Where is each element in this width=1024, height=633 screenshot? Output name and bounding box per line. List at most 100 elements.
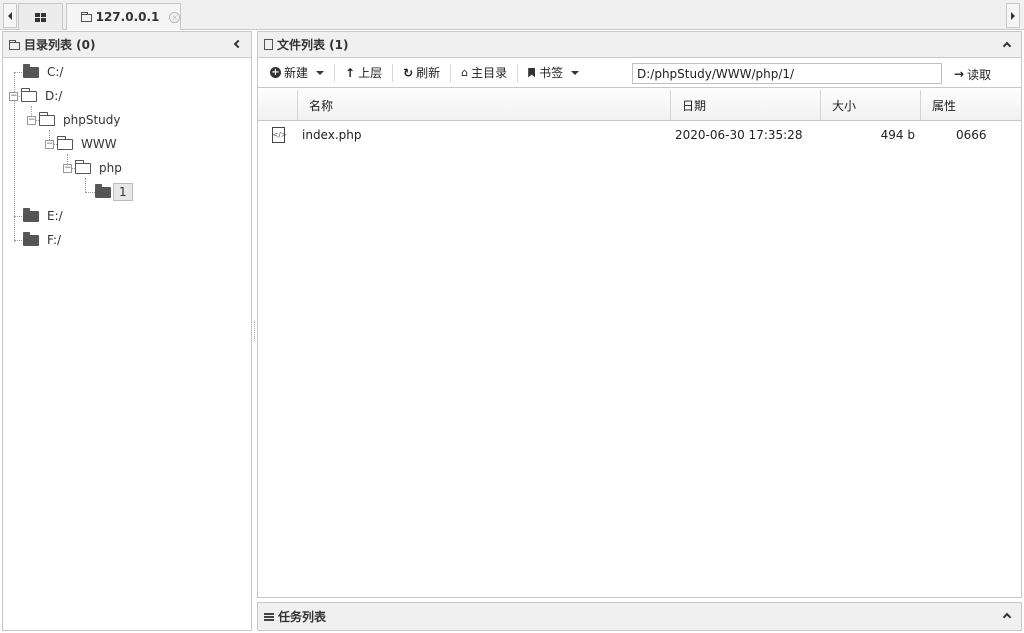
toolbar-divider: [392, 63, 394, 82]
column-header-size[interactable]: 大小: [821, 90, 921, 120]
tree-item-www[interactable]: − WWW: [45, 135, 117, 153]
tab-bar: 127.0.0.1 ×: [0, 0, 1024, 30]
path-input[interactable]: [632, 63, 942, 84]
directory-panel-title: 目录列表 (0): [24, 38, 96, 52]
chevron-up-icon: [1002, 612, 1012, 621]
folder-open-icon: [39, 111, 55, 126]
file-icon-cell: </>: [258, 127, 298, 143]
file-table: 名称 日期 大小 属性 </> index.php 2020-06-30 17:…: [258, 90, 1021, 149]
up-button-label: 上层: [358, 66, 383, 80]
chevron-left-icon: [233, 39, 243, 49]
tree-item-label: php: [99, 161, 122, 175]
file-size: 494 b: [880, 128, 915, 142]
collapse-toggle-icon[interactable]: −: [27, 115, 36, 125]
table-header: 名称 日期 大小 属性: [258, 90, 1021, 121]
new-button-label: 新建: [284, 66, 309, 80]
collapse-panel-button[interactable]: [231, 38, 243, 50]
folder-open-icon: [21, 87, 37, 102]
folder-closed-icon: [95, 183, 111, 198]
toolbar-divider: [450, 63, 452, 82]
folder-closed-icon: [23, 63, 39, 78]
bookmark-button-label: 书签: [539, 66, 564, 80]
tree-connector: [85, 178, 86, 192]
file-panel: 文件列表 (1) + 新建 ↑ 上层 ↻ 刷新 ⌂ 主目录 书签 D:/phpS…: [257, 31, 1022, 598]
tree-item-e[interactable]: E:/: [23, 207, 63, 225]
chevron-up-icon: [1002, 41, 1012, 50]
list-icon: [264, 612, 274, 621]
tab-home[interactable]: [18, 3, 63, 30]
bookmark-icon: [528, 67, 536, 78]
tree-item-label-selected: 1: [113, 183, 133, 201]
file-panel-header: 文件列表 (1): [258, 32, 1021, 58]
tree-connector: [85, 192, 95, 193]
tree-item-1[interactable]: 1: [95, 183, 133, 201]
home-icon: ⌂: [461, 66, 469, 79]
tree-item-label: phpStudy: [63, 113, 121, 127]
folder-icon: [81, 12, 92, 22]
tree-item-c[interactable]: C:/: [23, 63, 63, 81]
caret-down-icon: [316, 70, 325, 75]
tree-item-php[interactable]: − php: [63, 159, 122, 177]
up-button[interactable]: ↑ 上层: [339, 61, 388, 85]
refresh-button-label: 刷新: [416, 66, 441, 80]
toolbar-divider: [334, 63, 336, 82]
file-name[interactable]: index.php: [298, 128, 671, 142]
column-header-name[interactable]: 名称: [298, 90, 671, 120]
column-header-icon[interactable]: [258, 90, 298, 120]
task-panel: 任务列表: [257, 602, 1022, 631]
expand-task-panel-button[interactable]: [1001, 609, 1013, 621]
tab-host[interactable]: 127.0.0.1 ×: [66, 3, 181, 30]
collapse-panel-button[interactable]: [1001, 38, 1013, 50]
arrow-right-icon: →: [954, 67, 965, 81]
tree-item-label: WWW: [81, 137, 117, 151]
tree-item-label: E:/: [47, 209, 63, 223]
folder-open-icon: [75, 159, 91, 174]
folder-icon: [9, 39, 20, 50]
directory-panel: 目录列表 (0) C:/ − D:/ − phpStudy − WWW − ph…: [2, 31, 252, 631]
splitter-handle: [254, 321, 255, 341]
bookmark-button[interactable]: 书签: [522, 61, 585, 85]
file-panel-title: 文件列表 (1): [277, 38, 349, 52]
tab-host-label: 127.0.0.1: [95, 10, 160, 24]
tree-item-label: F:/: [47, 233, 62, 247]
plus-circle-icon: +: [270, 67, 281, 78]
folder-open-icon: [57, 135, 73, 150]
file-date: 2020-06-30 17:35:28: [675, 128, 803, 142]
caret-right-icon: [1011, 11, 1015, 20]
tree-item-label: C:/: [47, 65, 64, 79]
caret-down-icon: [571, 70, 580, 75]
folder-closed-icon: [23, 207, 39, 222]
tree-item-d[interactable]: − D:/: [9, 87, 62, 105]
file-attr: 0666: [956, 128, 987, 142]
arrow-up-icon: ↑: [345, 65, 356, 80]
collapse-toggle-icon[interactable]: −: [63, 163, 72, 173]
tab-scroll-right-button[interactable]: [1006, 3, 1020, 28]
directory-tree: C:/ − D:/ − phpStudy − WWW − php 1 E:/ F…: [3, 58, 251, 618]
tree-item-label: D:/: [45, 89, 63, 103]
file-icon: [264, 39, 273, 50]
column-header-attr[interactable]: 属性: [921, 90, 1021, 120]
tree-item-f[interactable]: F:/: [23, 231, 61, 249]
read-button[interactable]: → 读取: [948, 62, 997, 86]
grid-icon: [35, 12, 46, 22]
folder-closed-icon: [23, 231, 39, 246]
close-icon[interactable]: ×: [169, 11, 180, 23]
read-button-label: 读取: [967, 67, 992, 82]
file-toolbar: + 新建 ↑ 上层 ↻ 刷新 ⌂ 主目录 书签 → 读取: [258, 58, 1021, 88]
new-button[interactable]: + 新建: [264, 61, 330, 85]
tab-scroll-left-button[interactable]: [3, 3, 17, 28]
tree-item-phpstudy[interactable]: − phpStudy: [27, 111, 121, 129]
home-button[interactable]: ⌂ 主目录: [455, 61, 513, 85]
directory-panel-header: 目录列表 (0): [3, 32, 251, 58]
task-panel-title: 任务列表: [278, 610, 327, 624]
refresh-button[interactable]: ↻ 刷新: [397, 61, 446, 85]
caret-left-icon: [8, 11, 12, 20]
column-header-date[interactable]: 日期: [671, 90, 821, 120]
home-button-label: 主目录: [471, 66, 508, 80]
toolbar-divider: [517, 63, 519, 82]
collapse-toggle-icon[interactable]: −: [9, 91, 18, 101]
table-row[interactable]: </> index.php 2020-06-30 17:35:28 494 b …: [258, 121, 1021, 149]
collapse-toggle-icon[interactable]: −: [45, 139, 54, 149]
refresh-icon: ↻: [403, 65, 414, 80]
code-file-icon: </>: [271, 127, 287, 143]
